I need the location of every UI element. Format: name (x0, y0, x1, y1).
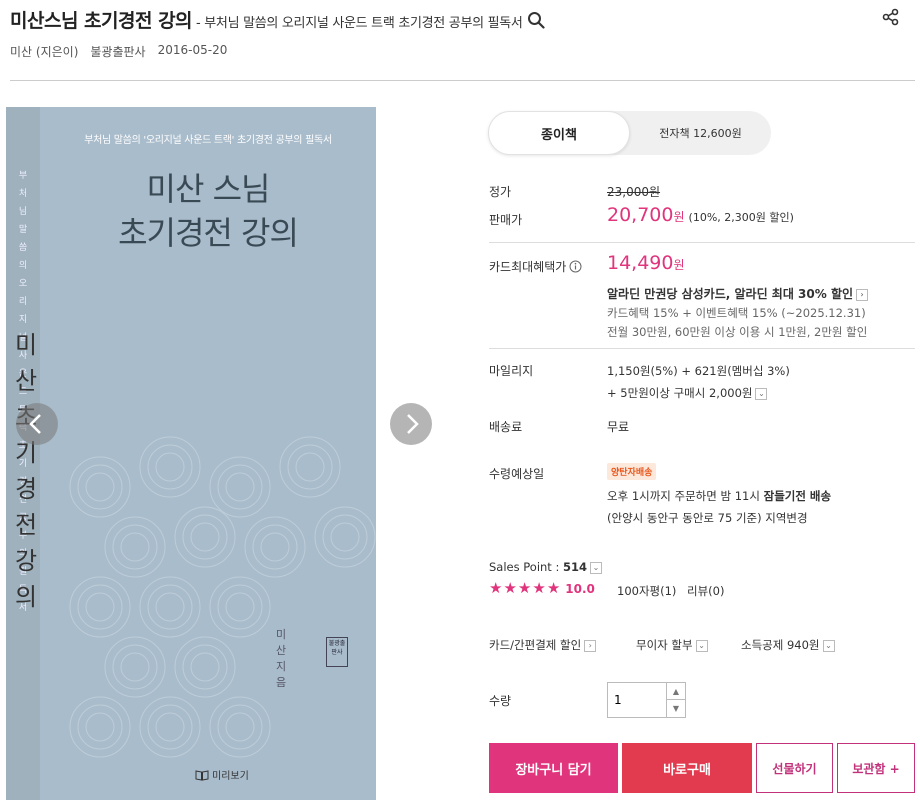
mileage-line1: 1,150원(5%) + 621원(멤버십 3%) (607, 364, 790, 378)
chevron-up-icon[interactable]: ▲ (666, 683, 685, 700)
delivery-line1-bold: 잠들기전 배송 (763, 489, 832, 503)
card-benefit-price: 14,490 원 (607, 252, 685, 274)
sales-point-label: Sales Point : (489, 560, 564, 574)
book-spine: 부처님 말씀의 오리지널 사운드 트랙 초기경전 공부의 필독서 미산 초기경전… (6, 107, 40, 800)
carousel-prev-button[interactable] (16, 403, 58, 445)
chevron-left-icon (29, 414, 41, 434)
rating-score: 10.0 (565, 581, 595, 596)
sale-price-amount: 20,700 (607, 204, 674, 226)
star-icon: ★ (489, 579, 503, 597)
save-to-wishlist-button[interactable]: 보관함 + (837, 743, 915, 793)
tax-deduction-label: 소득공제 940원 (741, 638, 820, 652)
page-title: 미산스님 초기경전 강의 (10, 10, 193, 32)
page-subtitle: - 부처님 말씀의 오리지널 사운드 트랙 초기경전 공부의 필독서 (196, 16, 523, 31)
delivery-line1: 오후 1시까지 주문하면 밤 11시 잠들기전 배송 (607, 488, 831, 504)
cover-title: 미산 스님 초기경전 강의 (40, 167, 376, 255)
cover-title-line2: 초기경전 강의 (118, 214, 299, 252)
shipping-value: 무료 (607, 420, 630, 434)
buy-now-button[interactable]: 바로구매 (622, 743, 752, 793)
star-icon: ★ (546, 579, 561, 597)
chevron-down-icon[interactable]: ⌄ (590, 561, 603, 574)
book-cover-image: 부처님 말씀의 오리지널 사운드 트랙 초기경전 공부의 필독서 미산 초기경전… (6, 107, 376, 800)
divider (489, 242, 915, 243)
chevron-down-icon: ⌄ (695, 639, 708, 652)
chevron-right-icon: › (856, 288, 869, 301)
gift-button[interactable]: 선물하기 (756, 743, 833, 793)
sale-price: 20,700 원 (10%, 2,300원 할인) (607, 204, 794, 226)
delivery-region-link[interactable]: (안양시 동안구 동안로 75 기준) 지역변경 (607, 510, 808, 526)
spine-title: 미산 초기경전 강의 (14, 331, 38, 611)
cover-author: 미산 지음 (276, 628, 287, 689)
sale-price-note: (10%, 2,300원 할인) (688, 211, 794, 224)
mileage-line2: + 5만원이상 구매시 2,000원 (607, 386, 753, 400)
book-meta: 미산 (지은이) 불광출판사 2016-05-20 (10, 43, 227, 60)
rating-stars: ★ ★ ★ ★ ★ 10.0 (489, 581, 595, 596)
header-divider (10, 80, 915, 81)
installment-option[interactable]: 무이자 할부 ⌄ (636, 637, 708, 653)
add-to-cart-button[interactable]: 장바구니 담기 (489, 743, 618, 793)
star-icon: ★ (503, 579, 517, 597)
card-benefit-condition: 전월 30만원, 60만원 이상 이용 시 1만원, 2만원 할인 (607, 325, 868, 339)
review-link[interactable]: 리뷰(0) (687, 583, 724, 599)
chevron-right-icon: › (584, 639, 597, 652)
cover-title-line1: 미산 스님 (146, 170, 271, 208)
sale-price-unit: 원 (673, 210, 685, 224)
card-price-amount: 14,490 (607, 252, 674, 274)
list-price-value: 23,000원 (607, 185, 661, 199)
cover-tagline: 부처님 말씀의 '오리지널 사운드 트랙' 초기경전 공부의 필독서 (84, 135, 332, 146)
sale-price-label: 판매가 (489, 213, 523, 227)
card-benefit-label: 카드최대혜택가 (489, 260, 567, 274)
share-icon[interactable] (882, 8, 900, 26)
review-count-link[interactable]: 100자평(1) (617, 583, 676, 599)
preview-button[interactable]: 미리보기 (195, 767, 249, 782)
sales-point-value: 514 (563, 560, 588, 574)
title-row: 미산스님 초기경전 강의 - 부처님 말씀의 오리지널 사운드 트랙 초기경전 … (10, 6, 860, 32)
delivery-label: 수령예상일 (489, 467, 545, 481)
publisher-link[interactable]: 불광출판사 (90, 43, 145, 60)
search-icon[interactable] (527, 11, 545, 29)
divider (489, 348, 915, 349)
quantity-input[interactable] (608, 683, 666, 717)
format-tabs: 종이책 전자책 12,600원 (488, 111, 771, 155)
preview-label: 미리보기 (212, 771, 249, 782)
info-icon[interactable] (569, 260, 582, 273)
mileage-line2-wrap: + 5만원이상 구매시 2,000원 ⌄ (607, 385, 768, 401)
chevron-down-icon[interactable]: ▼ (666, 700, 685, 717)
card-discount-option[interactable]: 카드/간편결제 할인 › (489, 637, 597, 653)
star-icon: ★ (517, 579, 532, 597)
quantity-stepper: ▲ ▼ (607, 682, 686, 718)
quantity-label: 수량 (489, 694, 512, 708)
card-promo-text: 알라딘 만권당 삼성카드, 알라딘 최대 30% 할인 (607, 287, 854, 301)
chevron-down-icon[interactable]: ⌄ (755, 387, 768, 400)
publisher-logo: 불광출판사 (326, 637, 348, 667)
carousel-next-button[interactable] (390, 403, 432, 445)
tab-paper-book[interactable]: 종이책 (488, 111, 630, 155)
installment-label: 무이자 할부 (636, 638, 693, 652)
shipping-label: 배송료 (489, 420, 523, 434)
chevron-down-icon: ⌄ (822, 639, 835, 652)
mileage-label: 마일리지 (489, 364, 534, 378)
delivery-badge: 양탄자배송 (607, 463, 657, 480)
tab-ebook[interactable]: 전자책 12,600원 (630, 111, 771, 155)
card-benefit-label-wrap: 카드최대혜택가 (489, 258, 582, 275)
card-promo-link[interactable]: 알라딘 만권당 삼성카드, 알라딘 최대 30% 할인 › (607, 285, 869, 302)
tax-deduction-option[interactable]: 소득공제 940원 ⌄ (741, 637, 835, 653)
sales-point: Sales Point : 514 ⌄ (489, 560, 603, 574)
delivery-line1-text: 오후 1시까지 주문하면 밤 11시 (607, 489, 764, 503)
list-price-label: 정가 (489, 185, 512, 199)
chevron-right-icon (407, 414, 419, 434)
book-front: 부처님 말씀의 '오리지널 사운드 트랙' 초기경전 공부의 필독서 미산 스님… (40, 107, 376, 800)
publish-date: 2016-05-20 (157, 43, 228, 57)
card-discount-label: 카드/간편결제 할인 (489, 638, 582, 652)
card-benefit-detail: 카드혜택 15% + 이벤트혜택 15% (~2025.12.31) (607, 306, 866, 320)
star-icon: ★ (532, 579, 546, 597)
card-price-unit: 원 (673, 258, 685, 272)
book-open-icon (195, 769, 209, 781)
author-link[interactable]: 미산 (지은이) (10, 43, 78, 60)
